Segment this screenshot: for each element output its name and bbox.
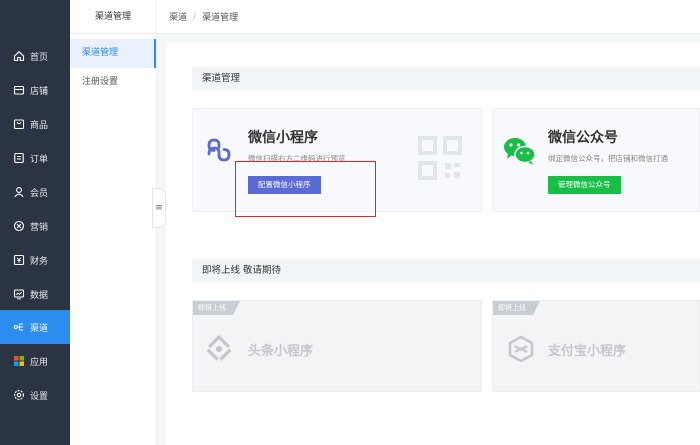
alipay-logo-icon [508,335,534,363]
breadcrumb-root[interactable]: 渠道 [169,10,187,23]
coming-soon-section-title: 即将上线 敬请期待 [192,259,700,283]
home-icon [13,50,25,62]
sidebar-item-label: 财务 [30,256,49,267]
sidebar-item-home[interactable]: 首页 [0,39,70,73]
menu-icon: ≡ [155,203,163,213]
sidebar-item-orders[interactable]: 订单 [0,141,70,175]
miniprogram-logo-icon [207,138,231,162]
sidebar-item-store[interactable]: 店铺 [0,73,70,107]
breadcrumb: 渠道 / 渠道管理 [157,0,700,34]
miniprogram-name: 微信小程序 [248,130,318,146]
wechat-logo-icon [504,138,536,165]
subnav-item-registration-settings[interactable]: 注册设置 [70,68,156,97]
alipay-miniprogram-card: 即将上线 支付宝小程序 [492,300,700,392]
annotation-highlight-box [235,161,376,217]
coming-soon-badge: 即将上线 [493,301,540,315]
sidebar-item-data[interactable]: 数据 [0,277,70,311]
sidebar-item-settings[interactable]: 设置 [0,378,70,412]
subnav-title: 渠道管理 [70,0,156,34]
qr-code-icon [418,136,462,180]
store-icon [13,84,25,96]
finance-icon [13,254,25,266]
monitor-chart-icon [13,288,25,300]
toutiao-miniprogram-card: 即将上线 头条小程序 [192,300,482,392]
collapse-subnav-button[interactable]: ≡ [152,188,166,228]
main-content: 渠道管理 微信小程序 微信扫描右方二维码进行预览 配置微信小程序 微信公众号 绑… [166,43,700,445]
sidebar-item-label: 营销 [30,222,49,233]
bag-icon [13,118,25,130]
toutiao-logo-icon [205,335,233,363]
sidebar-item-label: 首页 [30,52,49,63]
apps-grid-icon [13,355,25,367]
sub-navigation: 渠道管理 渠道管理 注册设置 [70,0,157,445]
sidebar-item-label: 店铺 [30,86,49,97]
sidebar-item-label: 订单 [30,154,49,165]
sidebar-item-finance[interactable]: 财务 [0,243,70,277]
sidebar-item-label: 渠道 [30,323,49,334]
marketing-icon [13,220,25,232]
breadcrumb-current: 渠道管理 [202,13,239,23]
order-list-icon [13,152,25,164]
main-sidebar: 首页 店铺 商品 订单 会员 营销 财务 数据 渠道 应用 设置 [0,0,70,445]
official-account-name: 微信公众号 [548,130,618,146]
coming-soon-badge: 即将上线 [193,301,240,315]
sidebar-item-channel[interactable]: 渠道 [0,310,70,344]
sidebar-item-apps[interactable]: 应用 [0,344,70,378]
user-icon [13,186,25,198]
manage-official-account-button[interactable]: 管理微信公众号 [548,176,621,194]
gear-icon [13,389,25,401]
toutiao-miniprogram-name: 头条小程序 [248,344,314,359]
sidebar-item-label: 数据 [30,290,49,301]
sidebar-item-label: 会员 [30,188,49,199]
sidebar-item-marketing[interactable]: 营销 [0,209,70,243]
channel-icon [13,321,25,333]
channel-section-title: 渠道管理 [192,67,700,91]
sidebar-item-goods[interactable]: 商品 [0,107,70,141]
sidebar-item-label: 设置 [30,391,49,402]
sidebar-item-members[interactable]: 会员 [0,175,70,209]
breadcrumb-separator: / [193,11,197,22]
subnav-item-channel-management[interactable]: 渠道管理 [70,39,156,68]
alipay-miniprogram-name: 支付宝小程序 [548,344,627,359]
wechat-official-account-card: 微信公众号 绑定微信公众号，把店铺和微信打通 管理微信公众号 [492,108,700,212]
official-account-description: 绑定微信公众号，把店铺和微信打通 [548,154,668,163]
sidebar-item-label: 应用 [30,357,49,368]
sidebar-item-label: 商品 [30,120,49,131]
